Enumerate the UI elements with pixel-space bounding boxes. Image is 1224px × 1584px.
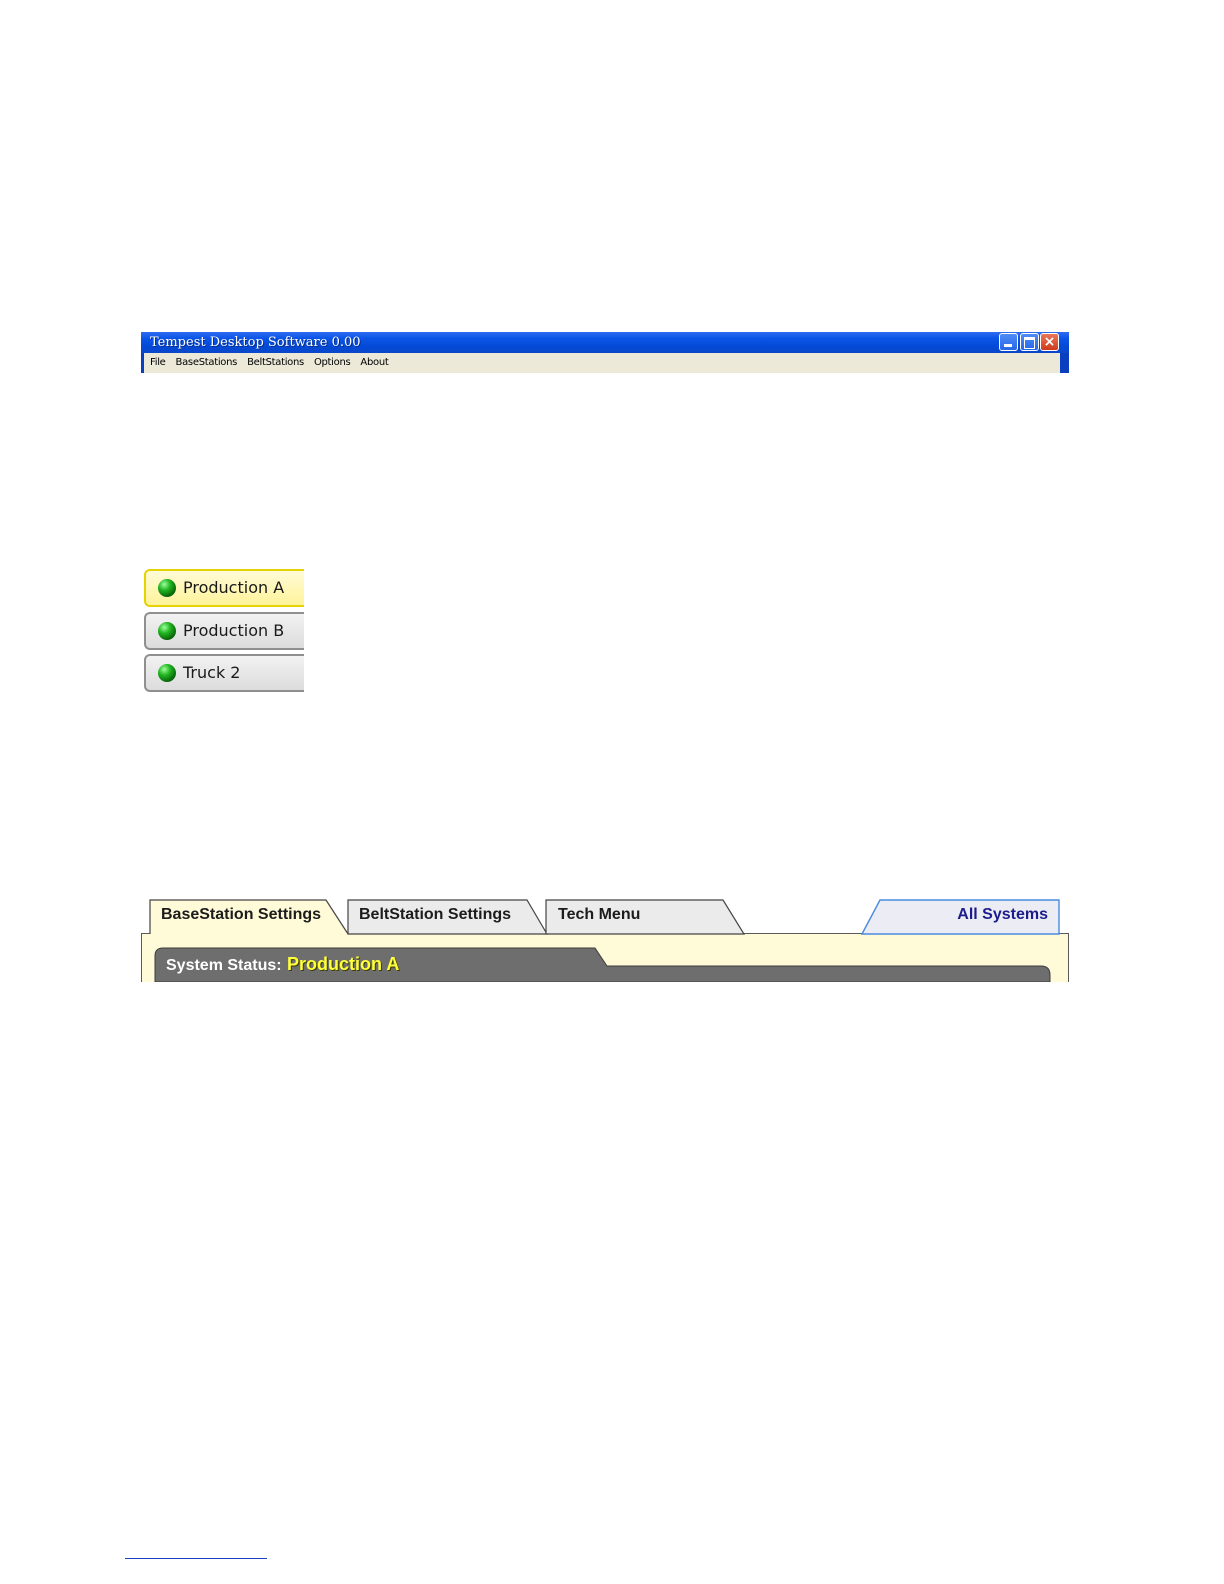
status-led-icon	[158, 664, 176, 682]
tab-tech-menu[interactable]: Tech Menu	[558, 906, 640, 924]
minimize-icon	[1004, 344, 1012, 347]
title-bar[interactable]: Tempest Desktop Software 0.00 ×	[141, 332, 1069, 353]
maximize-button[interactable]	[1020, 333, 1039, 351]
system-status-label: System Status:	[166, 957, 282, 974]
station-item-production-a[interactable]: Production A	[144, 569, 304, 607]
station-label: Production A	[183, 578, 285, 597]
status-led-icon	[158, 579, 176, 597]
status-led-icon	[158, 622, 176, 640]
menu-beltstations[interactable]: BeltStations	[242, 353, 309, 373]
settings-panel: BaseStation Settings BeltStation Setting…	[141, 898, 1069, 982]
minimize-button[interactable]	[999, 333, 1018, 351]
system-status-value: Production A	[287, 954, 400, 974]
station-label: Truck 2	[183, 663, 241, 682]
station-item-production-b[interactable]: Production B	[144, 612, 304, 650]
menu-about[interactable]: About	[355, 353, 393, 373]
footnote-separator	[125, 1558, 267, 1559]
station-label: Production B	[183, 621, 285, 640]
window-title: Tempest Desktop Software 0.00	[150, 335, 361, 350]
station-item-truck-2[interactable]: Truck 2	[144, 654, 304, 692]
menu-basestations[interactable]: BaseStations	[171, 353, 243, 373]
close-button[interactable]: ×	[1040, 333, 1059, 351]
menu-file[interactable]: File	[144, 353, 171, 373]
app-window: Tempest Desktop Software 0.00 × File Bas…	[141, 332, 1069, 373]
tab-basestation-settings[interactable]: BaseStation Settings	[161, 906, 321, 924]
tab-beltstation-settings[interactable]: BeltStation Settings	[359, 906, 511, 924]
tab-all-systems[interactable]: All Systems	[957, 906, 1048, 924]
menu-options[interactable]: Options	[309, 353, 355, 373]
maximize-icon	[1024, 337, 1035, 349]
menu-bar: File BaseStations BeltStations Options A…	[144, 353, 1060, 373]
close-icon: ×	[1043, 334, 1056, 350]
